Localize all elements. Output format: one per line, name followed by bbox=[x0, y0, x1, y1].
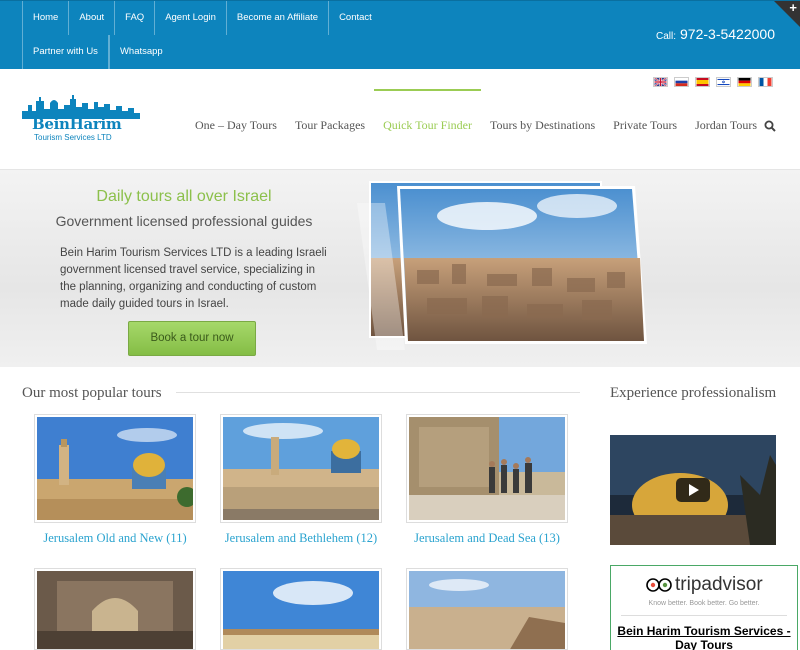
popular-tours-heading: Our most popular tours bbox=[22, 385, 162, 401]
tripadvisor-logo[interactable]: tripadvisor bbox=[646, 574, 763, 596]
nav-tour-packages[interactable]: Tour Packages bbox=[286, 69, 374, 170]
nav-tours-by-destinations[interactable]: Tours by Destinations bbox=[481, 69, 604, 170]
book-tour-button[interactable]: Book a tour now bbox=[128, 321, 256, 356]
nav-one-day-tours[interactable]: One – Day Tours bbox=[186, 69, 286, 170]
top-nav-partner[interactable]: Partner with Us bbox=[22, 35, 109, 69]
call-info: Call: 972-3-5422000 bbox=[656, 26, 775, 42]
top-nav-whatsapp[interactable]: Whatsapp bbox=[108, 35, 173, 69]
plus-icon[interactable]: + bbox=[789, 0, 797, 15]
main-nav: One – Day Tours Tour Packages Quick Tour… bbox=[186, 69, 766, 170]
search-icon[interactable] bbox=[764, 120, 776, 132]
nav-private-tours[interactable]: Private Tours bbox=[604, 69, 686, 170]
tour-caption[interactable]: Jerusalem and Dead Sea (13) bbox=[406, 529, 568, 547]
hero-banner: Daily tours all over Israel Government l… bbox=[0, 170, 800, 367]
call-label: Call: bbox=[656, 31, 677, 42]
tripadvisor-listing-link[interactable]: Bein Harim Tourism Services - Day Tours bbox=[611, 624, 797, 650]
tour-card[interactable]: Jerusalem and Dead Sea (13) bbox=[406, 414, 568, 547]
play-button-icon[interactable] bbox=[676, 478, 710, 502]
tour-photo-masada[interactable] bbox=[406, 568, 568, 650]
logo-text: BeinHarim bbox=[32, 115, 122, 133]
video-player[interactable] bbox=[610, 435, 776, 545]
nav-jordan-tours[interactable]: Jordan Tours bbox=[686, 69, 766, 170]
tour-photo-jerusalem-bethlehem[interactable] bbox=[220, 414, 382, 523]
tour-photo-jerusalem-old-new[interactable] bbox=[34, 414, 196, 523]
hero-subtitle: Government licensed professional guides bbox=[55, 213, 313, 229]
tripadvisor-owl-icon bbox=[646, 578, 672, 592]
hero-description: Bein Harim Tourism Services LTD is a lea… bbox=[60, 247, 327, 310]
tour-caption[interactable]: Jerusalem and Bethlehem (12) bbox=[220, 529, 382, 547]
top-nav-agent-login[interactable]: Agent Login bbox=[154, 1, 226, 35]
top-nav-about[interactable]: About bbox=[68, 1, 114, 35]
top-bar: Home About FAQ Agent Login Become an Aff… bbox=[0, 0, 800, 69]
tour-photo-jerusalem-dead-sea[interactable] bbox=[406, 414, 568, 523]
top-nav-home[interactable]: Home bbox=[22, 1, 68, 35]
tour-caption[interactable]: Jerusalem Old and New (11) bbox=[34, 529, 196, 547]
tour-photo-caesarea-aqueduct[interactable] bbox=[220, 568, 382, 650]
tour-card[interactable]: Jerusalem Old and New (11) bbox=[34, 414, 196, 547]
hero-title: Daily tours all over Israel bbox=[96, 188, 272, 205]
top-nav: Home About FAQ Agent Login Become an Aff… bbox=[22, 1, 462, 69]
tripadvisor-widget[interactable]: tripadvisor Know better. Book better. Go… bbox=[610, 565, 798, 650]
jerusalem-panorama-image bbox=[357, 181, 647, 350]
top-nav-faq[interactable]: FAQ bbox=[114, 1, 154, 35]
logo-subtitle: Tourism Services LTD bbox=[34, 133, 112, 142]
tour-photo-church-interior[interactable] bbox=[34, 568, 196, 650]
top-nav-become-affiliate[interactable]: Become an Affiliate bbox=[225, 1, 328, 35]
heading-divider bbox=[176, 392, 580, 393]
sidebar-heading: Experience professionalism bbox=[610, 385, 777, 401]
site-logo[interactable]: BeinHarim Tourism Services LTD bbox=[22, 93, 142, 143]
tripadvisor-divider bbox=[621, 615, 787, 616]
phone-number[interactable]: 972-3-5422000 bbox=[680, 26, 775, 42]
top-nav-contact[interactable]: Contact bbox=[328, 1, 382, 35]
tour-card[interactable]: Jerusalem and Bethlehem (12) bbox=[220, 414, 382, 547]
tripadvisor-tagline: Know better. Book better. Go better. bbox=[648, 600, 760, 607]
tripadvisor-wordmark: tripadvisor bbox=[675, 574, 763, 595]
header: BeinHarim Tourism Services LTD One – Day… bbox=[0, 69, 800, 170]
nav-quick-tour-finder[interactable]: Quick Tour Finder bbox=[374, 69, 481, 170]
